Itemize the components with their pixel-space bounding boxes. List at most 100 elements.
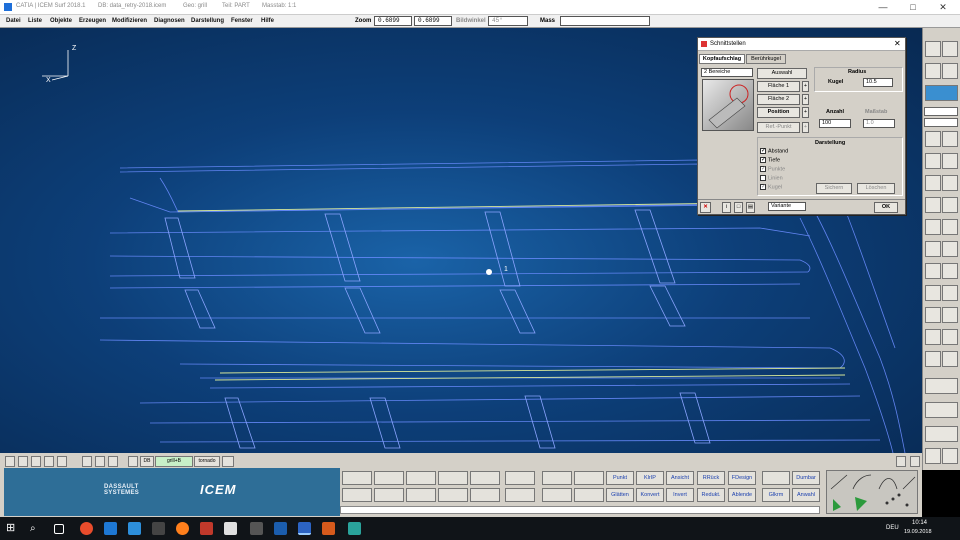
tool-icon[interactable] <box>925 378 958 394</box>
explorer-icon[interactable] <box>224 522 237 535</box>
menu-modifizieren[interactable]: Modifizieren <box>112 18 147 24</box>
app-icon[interactable] <box>322 522 335 535</box>
tool-icon[interactable] <box>374 488 404 502</box>
tool-icon[interactable] <box>942 131 958 147</box>
punkt-button[interactable]: Punkt <box>606 471 634 485</box>
flaeche2-plus-button[interactable]: + <box>802 94 809 105</box>
app-icon[interactable] <box>274 522 287 535</box>
menu-liste[interactable]: Liste <box>28 18 42 24</box>
loeschen-button[interactable]: Löschen <box>857 183 895 194</box>
tiefe-checkbox[interactable]: ✓ Tiefe <box>760 157 780 163</box>
rrueck-button[interactable]: RRück <box>697 471 725 485</box>
task-view-icon[interactable] <box>54 524 64 534</box>
menu-erzeugen[interactable]: Erzeugen <box>79 18 106 24</box>
status-geo[interactable]: grill+B <box>155 456 193 467</box>
status-icon[interactable] <box>95 456 105 467</box>
empty-button[interactable] <box>574 488 604 502</box>
command-input[interactable] <box>340 506 820 514</box>
status-icon[interactable] <box>57 456 67 467</box>
tool-icon[interactable] <box>925 285 941 301</box>
tool-icon[interactable] <box>942 307 958 323</box>
konvert-button[interactable]: Konvert <box>636 488 664 502</box>
empty-button[interactable] <box>574 471 604 485</box>
view-select-2[interactable] <box>924 118 958 127</box>
clock-time[interactable]: 10:14 <box>912 520 927 526</box>
glaetten-button[interactable]: Glätten <box>606 488 634 502</box>
tool-icon[interactable] <box>470 471 500 485</box>
tool-icon[interactable] <box>925 426 958 442</box>
tool-icon[interactable] <box>925 241 941 257</box>
cube-icon[interactable] <box>942 41 958 57</box>
kugel-checkbox[interactable]: ✓ Kugel <box>760 184 782 190</box>
status-db[interactable]: DB <box>140 456 154 467</box>
flaeche1-button[interactable]: Fläche 1 <box>757 81 800 92</box>
refpunkt-button[interactable]: Ref.-Punkt <box>757 122 800 133</box>
status-icon[interactable] <box>910 456 920 467</box>
fdesign-button[interactable]: FDesign <box>728 471 756 485</box>
tool-icon[interactable] <box>406 488 436 502</box>
tool-icon[interactable] <box>374 471 404 485</box>
ansicht-button[interactable]: Ansicht <box>666 471 694 485</box>
klrip-button[interactable]: KlrIP <box>636 471 664 485</box>
status-icon[interactable] <box>18 456 28 467</box>
variante-select[interactable]: Variante <box>768 202 806 211</box>
tab-beruehrkugel[interactable]: Berührkugel <box>746 54 786 64</box>
tool-icon[interactable] <box>925 219 941 235</box>
render-icon[interactable] <box>925 85 958 101</box>
info-icon[interactable]: i <box>722 202 731 213</box>
linien-checkbox[interactable]: Linien <box>760 175 783 181</box>
redukt-button[interactable]: Redukt. <box>697 488 725 502</box>
position-plus-button[interactable]: + <box>802 107 809 118</box>
tab-kopfaufschlag[interactable]: Kopfaufschlag <box>699 54 745 64</box>
tool-icon[interactable] <box>942 197 958 213</box>
status-icon[interactable] <box>82 456 92 467</box>
search-icon[interactable]: ⌕ <box>30 522 43 535</box>
tool-icon[interactable] <box>925 307 941 323</box>
anwahl-button[interactable]: Anwahl <box>792 488 820 502</box>
dumbar-button[interactable]: Dumbar <box>792 471 820 485</box>
cancel-x-icon[interactable]: ✕ <box>700 202 711 213</box>
auswahl-button[interactable]: Auswahl <box>757 68 807 79</box>
kugel-radius-input[interactable]: 10.5 <box>863 78 893 87</box>
mail-icon[interactable] <box>128 522 141 535</box>
tool-icon[interactable] <box>342 471 372 485</box>
zoom-input-1[interactable]: 0.6899 <box>374 16 412 26</box>
tool-icon[interactable] <box>925 175 941 191</box>
menu-datei[interactable]: Datei <box>6 18 21 24</box>
position-button[interactable]: Position <box>757 107 800 118</box>
anzahl-input[interactable]: 100 <box>819 119 851 128</box>
status-icon[interactable] <box>5 456 15 467</box>
status-icon[interactable] <box>31 456 41 467</box>
status-icon[interactable] <box>896 456 906 467</box>
bildwinkel-input[interactable]: 45° <box>488 16 528 26</box>
box-icon[interactable] <box>942 63 958 79</box>
tool-icon[interactable] <box>925 329 941 345</box>
tool-icon[interactable] <box>925 153 941 169</box>
tool-icon[interactable] <box>942 285 958 301</box>
window-icon[interactable]: □ <box>734 202 743 213</box>
glkrm-button[interactable]: Glkrm <box>762 488 790 502</box>
icem-task-icon[interactable] <box>298 522 311 535</box>
menu-hilfe[interactable]: Hilfe <box>261 18 274 24</box>
globe-icon[interactable] <box>925 402 958 418</box>
windows-start-icon[interactable]: ⊞ <box>6 522 19 535</box>
refpunkt-plus-button[interactable]: + <box>802 122 809 133</box>
tool-icon[interactable] <box>942 329 958 345</box>
minimize-button[interactable]: — <box>868 1 898 14</box>
clock-date[interactable]: 19.09.2018 <box>904 529 932 535</box>
empty-button[interactable] <box>762 471 790 485</box>
status-icon[interactable] <box>44 456 54 467</box>
status-icon[interactable] <box>222 456 234 467</box>
mode-select[interactable]: 2 Bereiche <box>701 68 753 77</box>
dialog-close-icon[interactable]: ✕ <box>894 39 901 48</box>
tool-icon[interactable] <box>942 448 958 464</box>
app-icon[interactable] <box>250 522 263 535</box>
empty-button[interactable] <box>542 488 572 502</box>
menu-darstellung[interactable]: Darstellung <box>191 18 224 24</box>
folder-icon[interactable] <box>342 488 372 502</box>
tree-icon[interactable] <box>438 471 468 485</box>
empty-button[interactable] <box>542 471 572 485</box>
app-icon[interactable] <box>200 522 213 535</box>
abstand-checkbox[interactable]: ✓ Abstand <box>760 148 788 154</box>
shading-icon[interactable] <box>925 63 941 79</box>
